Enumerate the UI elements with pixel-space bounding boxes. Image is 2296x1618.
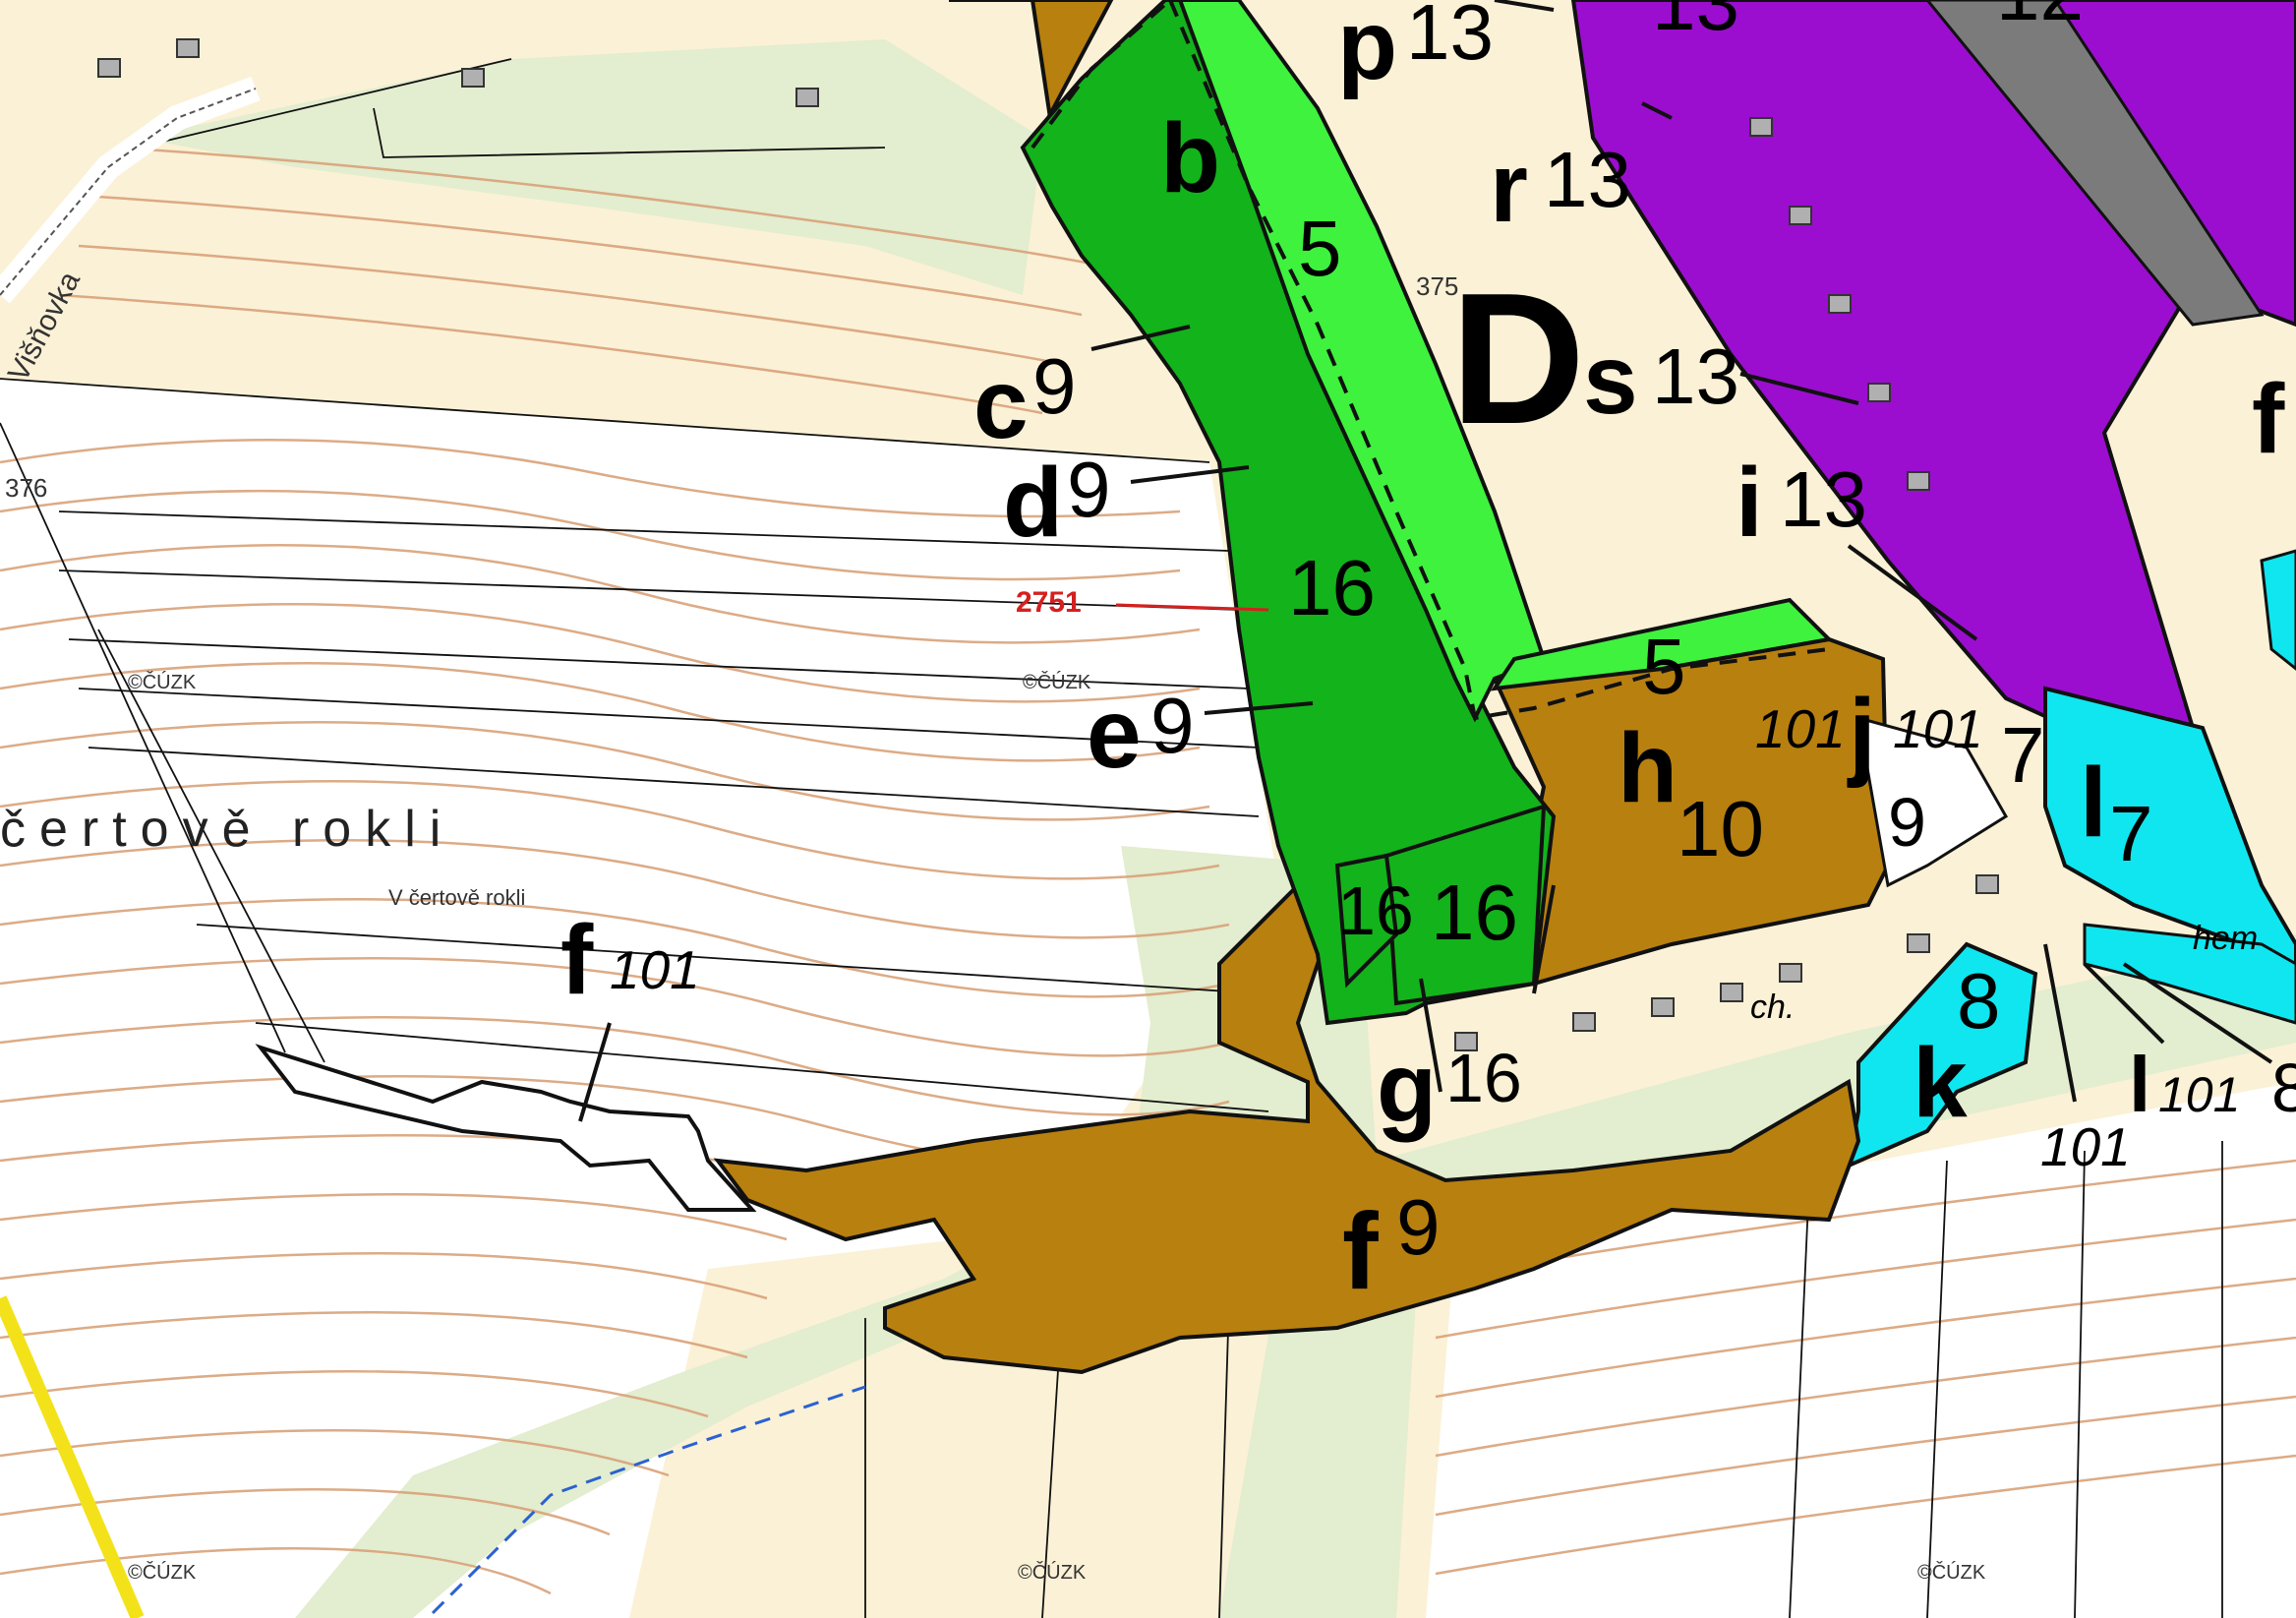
zone-label-9-small[interactable]: 9 xyxy=(1888,784,1926,861)
zone-label-g[interactable]: g xyxy=(1377,1033,1437,1143)
zone-label-16-a[interactable]: 16 xyxy=(1337,872,1414,949)
zone-label-l7-num[interactable]: 7 xyxy=(2109,790,2153,877)
zone-label-f101-num[interactable]: 101 xyxy=(610,939,700,1000)
zone-label-l101-num[interactable]: 101 xyxy=(2158,1067,2240,1122)
zone-label-b[interactable]: b xyxy=(1160,103,1220,213)
zone-label-l101[interactable]: l xyxy=(2129,1041,2150,1128)
parcel-number-2751[interactable]: 2751 xyxy=(1016,586,1082,619)
zone-label-i[interactable]: i xyxy=(1736,448,1763,558)
zone-label-h[interactable]: h xyxy=(1618,713,1678,823)
locality-name: čertově rokli xyxy=(0,801,454,858)
zone-label-12-top[interactable]: 12 xyxy=(1996,0,2084,36)
zone-label-5-right[interactable]: 5 xyxy=(1642,623,1686,710)
zone-label-f9-num[interactable]: 9 xyxy=(1396,1183,1441,1271)
zone-label-j-101b[interactable]: 101 xyxy=(1893,698,1983,759)
zone-label-e-num[interactable]: 9 xyxy=(1150,682,1195,769)
zone-label-i-num[interactable]: 13 xyxy=(1780,455,1867,543)
zone-label-ds-num[interactable]: 13 xyxy=(1652,332,1739,420)
watermark-cuzk-5: ©ČÚZK xyxy=(1917,1561,1986,1584)
watermark-cuzk-4: ©ČÚZK xyxy=(1018,1561,1087,1584)
zone-label-13-top[interactable]: 13 xyxy=(1652,0,1739,46)
zone-label-c-num[interactable]: 9 xyxy=(1032,342,1077,430)
zone-label-j[interactable]: j xyxy=(1847,679,1876,789)
cadastral-zoning-map[interactable]: b 5 c 9 d 9 16 2751 e 9 p 13 13 12 r 13 … xyxy=(0,0,2296,1618)
street-name-hem: hem xyxy=(2193,920,2258,957)
zone-label-ds-D[interactable]: D xyxy=(1450,255,1585,463)
contour-label-375: 375 xyxy=(1416,271,1458,301)
zone-label-j-7[interactable]: 7 xyxy=(2001,711,2045,799)
zone-label-f-right[interactable]: f xyxy=(2252,364,2285,474)
zone-label-p-num[interactable]: 13 xyxy=(1406,0,1494,76)
zone-label-16-b[interactable]: 16 xyxy=(1431,869,1518,956)
watermark-cuzk-3: ©ČÚZK xyxy=(128,1561,197,1584)
zone-label-5-top[interactable]: 5 xyxy=(1298,205,1342,292)
locality-name-small: V čertově rokli xyxy=(388,885,525,910)
zone-label-f101[interactable]: f xyxy=(560,905,594,1015)
zone-label-h-num[interactable]: 10 xyxy=(1677,785,1764,872)
zone-label-l-101[interactable]: 101 xyxy=(2040,1116,2131,1177)
watermark-cuzk-2: ©ČÚZK xyxy=(1023,671,1091,693)
zone-label-d[interactable]: d xyxy=(1003,448,1063,558)
street-label-ch: ch. xyxy=(1750,989,1795,1026)
zone-label-d-num[interactable]: 9 xyxy=(1067,446,1111,533)
zone-label-r-num[interactable]: 13 xyxy=(1544,136,1631,223)
zone-label-l7[interactable]: l xyxy=(2080,748,2107,858)
zone-label-16-mid[interactable]: 16 xyxy=(1288,544,1376,631)
zone-label-f9[interactable]: f xyxy=(1342,1191,1379,1312)
watermark-cuzk-1: ©ČÚZK xyxy=(128,671,197,693)
zone-label-p[interactable]: p xyxy=(1337,0,1397,100)
zone-label-r[interactable]: r xyxy=(1490,133,1528,243)
zone-label-g-num[interactable]: 16 xyxy=(1445,1040,1522,1116)
zone-label-k-num[interactable]: 8 xyxy=(1957,957,2001,1045)
zone-label-j-101[interactable]: 101 xyxy=(1755,698,1846,759)
zone-label-ds-s[interactable]: s xyxy=(1583,325,1638,435)
contour-label-376: 376 xyxy=(5,473,47,503)
zone-label-8-edge[interactable]: 8 xyxy=(2271,1049,2296,1126)
zone-label-e[interactable]: e xyxy=(1087,679,1142,789)
zone-label-c[interactable]: c xyxy=(973,349,1029,459)
